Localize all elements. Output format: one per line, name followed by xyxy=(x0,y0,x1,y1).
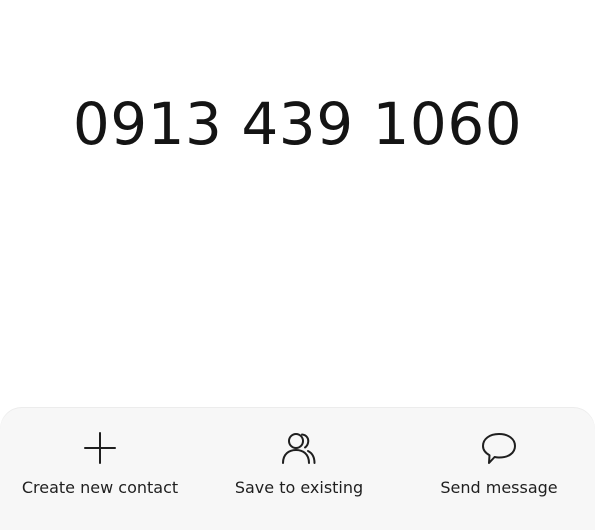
dialer-screen: 0913 439 1060 Create new contact Save to… xyxy=(0,0,595,530)
create-new-contact-button[interactable]: Create new contact xyxy=(0,428,200,528)
create-new-contact-label: Create new contact xyxy=(21,478,179,497)
save-to-existing-label: Save to existing xyxy=(234,478,364,497)
number-actions-sheet: Create new contact Save to existing Send… xyxy=(0,408,595,530)
save-to-existing-button[interactable]: Save to existing xyxy=(199,428,399,528)
dialed-number: 0913 439 1060 xyxy=(72,90,523,158)
plus-icon xyxy=(84,432,116,464)
send-message-button[interactable]: Send message xyxy=(399,428,595,528)
message-bubble-icon xyxy=(482,433,516,464)
send-message-label: Send message xyxy=(440,478,558,497)
contacts-icon xyxy=(282,433,316,464)
